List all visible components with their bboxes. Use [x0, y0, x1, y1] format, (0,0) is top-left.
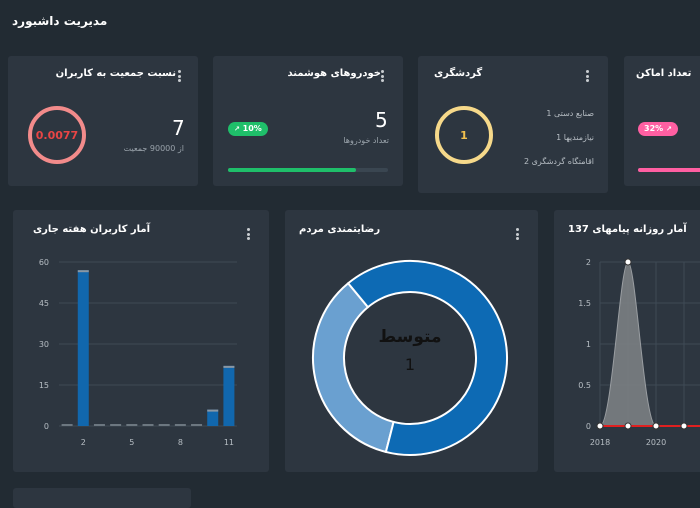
data-point [624, 422, 632, 430]
y-tick-label: 2 [586, 258, 591, 267]
cars-badge-label: 10% [242, 124, 262, 133]
messages-card: آمار روزانه پیامهای 137 0 0.5 1 1.5 2 2018 202… [554, 210, 700, 472]
places-badge-label: 32% [644, 124, 664, 133]
cars-progress-fill [228, 168, 356, 172]
data-point [652, 422, 660, 430]
places-card: تعداد اماکن 32% ↗ [624, 56, 700, 186]
y-tick-label: 1.5 [578, 299, 591, 308]
donut-slice [312, 281, 395, 454]
places-card-title: تعداد اماکن [636, 68, 692, 79]
satisfaction-center-value: 1 [405, 355, 415, 374]
population-card-title: نسبت جمعیت به کاربران [55, 68, 176, 79]
cars-progress [228, 168, 388, 172]
tourism-card: گردشگری 1 صنایع دستی 1 نیازمندیها 1 اقام… [418, 56, 608, 193]
tourism-ring-value: 1 [460, 129, 468, 142]
cars-subtitle: تعداد خودروها [343, 136, 389, 145]
more-menu-icon[interactable] [381, 70, 384, 84]
x-tick-label: 5 [129, 438, 134, 447]
satisfaction-center-label: متوسط [378, 327, 441, 347]
data-point [624, 258, 632, 266]
cars-card-title: خودروهای هوشمند [287, 68, 381, 79]
bar [158, 424, 170, 426]
population-subtitle: از 90000 جمعیت [123, 144, 184, 153]
x-tick-label: 2020 [646, 438, 666, 447]
y-tick-label: 1 [586, 340, 591, 349]
bar-cap [77, 270, 89, 273]
y-tick-label: 0 [44, 422, 49, 431]
x-tick-label: 2018 [590, 438, 610, 447]
bar [126, 424, 138, 426]
bar [191, 424, 203, 426]
bar [93, 424, 105, 426]
y-tick-label: 30 [39, 340, 49, 349]
tourism-card-title: گردشگری [434, 68, 483, 79]
y-tick-label: 45 [39, 299, 49, 308]
tourism-item: صنایع دستی 1 [546, 109, 594, 118]
places-badge: 32% ↗ [638, 122, 678, 136]
cars-card: خودروهای هوشمند 5 تعداد خودروها ↗ 10% [213, 56, 403, 186]
weekly-users-card: آمار کاربران هفته جاری 0 15 30 45 60 2 5 8 11 [13, 210, 269, 472]
population-ring: 0.0077 [28, 106, 86, 164]
population-count: 7 [172, 116, 185, 140]
bottom-card [13, 488, 191, 508]
tourism-item: نیازمندیها 1 [556, 133, 594, 142]
bar [142, 424, 154, 426]
bar-cap [207, 409, 219, 412]
satisfaction-card: رضایتمندی مردم متوسط 1 [285, 210, 538, 472]
tourism-item: اقامتگاه گردشگری 2 [524, 157, 594, 166]
data-point [596, 422, 604, 430]
places-progress [638, 168, 700, 172]
trend-up-icon: ↗ [665, 125, 672, 133]
more-menu-icon[interactable] [178, 70, 181, 84]
y-tick-label: 0 [586, 422, 591, 431]
x-tick-label: 11 [224, 438, 234, 447]
page-title: مدیریت داشبورد [12, 14, 108, 28]
weekly-users-chart: 0 15 30 45 60 2 5 8 11 [39, 258, 237, 447]
bar [174, 424, 186, 426]
bar [207, 409, 219, 426]
satisfaction-chart: متوسط 1 [312, 260, 508, 456]
cars-badge: ↗ 10% [228, 122, 268, 136]
x-tick-label: 2 [81, 438, 86, 447]
bar [77, 270, 89, 426]
x-tick-label: 8 [178, 438, 183, 447]
messages-chart: 0 0.5 1 1.5 2 2018 2020 [578, 258, 700, 447]
y-tick-label: 0.5 [578, 381, 591, 390]
tourism-ring: 1 [435, 106, 493, 164]
population-card: نسبت جمعیت به کاربران 0.0077 7 از 90000 … [8, 56, 198, 186]
bar [61, 424, 73, 426]
y-tick-label: 15 [39, 381, 49, 390]
bar-cap [223, 365, 235, 368]
more-menu-icon[interactable] [586, 70, 589, 84]
bar [110, 424, 122, 426]
places-progress-fill [638, 168, 700, 172]
data-point [680, 422, 688, 430]
bar [223, 365, 235, 426]
population-percent: 0.0077 [36, 129, 78, 142]
y-tick-label: 60 [39, 258, 49, 267]
cars-count: 5 [375, 108, 388, 132]
trend-up-icon: ↗ [234, 125, 240, 133]
